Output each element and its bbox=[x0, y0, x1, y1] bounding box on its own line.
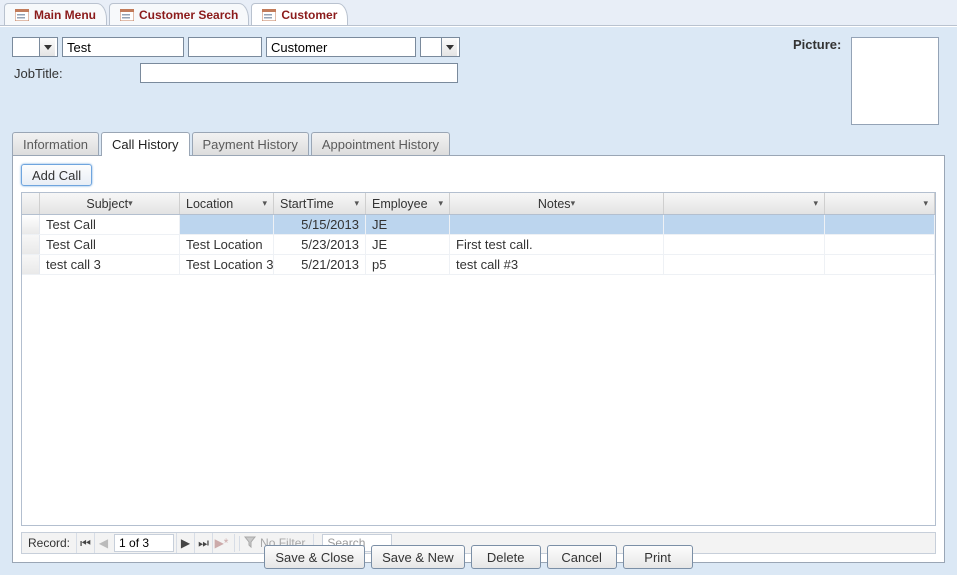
add-call-button[interactable]: Add Call bbox=[21, 164, 92, 186]
col-label: Notes bbox=[538, 197, 571, 211]
print-button[interactable]: Print bbox=[623, 545, 693, 569]
col-location[interactable]: Location ▾ bbox=[180, 193, 274, 214]
cancel-button[interactable]: Cancel bbox=[547, 545, 617, 569]
chevron-down-icon[interactable]: ▾ bbox=[813, 198, 818, 209]
delete-button[interactable]: Delete bbox=[471, 545, 541, 569]
save-new-button[interactable]: Save & New bbox=[371, 545, 465, 569]
col-blank: ▾ bbox=[825, 193, 935, 214]
col-label: Location bbox=[186, 197, 233, 211]
form-icon bbox=[262, 9, 276, 21]
call-history-panel: Add Call Subject▾ Location▾ StartTime▾ E… bbox=[12, 155, 945, 563]
cell-notes[interactable]: test call #3 bbox=[450, 255, 664, 274]
cell-location[interactable] bbox=[180, 215, 274, 234]
jobtitle-label: JobTitle: bbox=[14, 66, 132, 81]
first-name-input[interactable] bbox=[62, 37, 184, 57]
calls-grid: Subject▾ Location▾ StartTime▾ Employee▾ … bbox=[21, 192, 936, 526]
picture-box[interactable] bbox=[851, 37, 939, 125]
cell-blank bbox=[664, 215, 825, 234]
grid-body[interactable]: Test Call5/15/2013JETest CallTest Locati… bbox=[22, 215, 935, 525]
picture-label: Picture: bbox=[793, 37, 841, 52]
cell-blank bbox=[664, 255, 825, 274]
cell-employee[interactable]: JE bbox=[366, 235, 450, 254]
jobtitle-input[interactable] bbox=[140, 63, 458, 83]
tab-customer-search[interactable]: Customer Search bbox=[109, 3, 249, 25]
form-actions: Save & Close Save & New Delete Cancel Pr… bbox=[0, 545, 957, 569]
cell-employee[interactable]: p5 bbox=[366, 255, 450, 274]
col-label: StartTime bbox=[280, 197, 334, 211]
tab-label: Main Menu bbox=[34, 8, 96, 22]
grid-header: Subject▾ Location▾ StartTime▾ Employee▾ … bbox=[22, 193, 935, 215]
window-tabstrip: Main Menu Customer Search Customer bbox=[0, 0, 957, 26]
select-all-cell[interactable] bbox=[22, 193, 40, 214]
cell-blank bbox=[825, 215, 935, 234]
col-label: Employee bbox=[372, 197, 428, 211]
cell-notes[interactable]: First test call. bbox=[450, 235, 664, 254]
cell-subject[interactable]: Test Call bbox=[40, 215, 180, 234]
col-subject[interactable]: Subject▾ bbox=[40, 193, 180, 214]
col-label: Subject bbox=[86, 197, 128, 211]
table-row[interactable]: Test Call 5/15/2013JE bbox=[22, 215, 935, 235]
row-selector[interactable] bbox=[22, 215, 40, 234]
middle-name-input[interactable] bbox=[188, 37, 262, 57]
cell-starttime[interactable]: 5/23/2013 bbox=[274, 235, 366, 254]
suffix-dropdown[interactable] bbox=[420, 37, 460, 57]
table-row[interactable]: test call 3Test Location 35/21/2013p5tes… bbox=[22, 255, 935, 275]
row-selector[interactable] bbox=[22, 255, 40, 274]
chevron-down-icon[interactable]: ▾ bbox=[262, 198, 267, 209]
tab-label: Customer Search bbox=[139, 8, 238, 22]
col-blank: ▾ bbox=[664, 193, 825, 214]
form-body: JobTitle: Picture: Information Call Hist… bbox=[0, 26, 957, 575]
inner-tabstrip: Information Call History Payment History… bbox=[12, 132, 945, 156]
col-employee[interactable]: Employee ▾ bbox=[366, 193, 450, 214]
cell-blank bbox=[825, 255, 935, 274]
tab-customer[interactable]: Customer bbox=[251, 3, 348, 25]
tab-payment-history[interactable]: Payment History bbox=[192, 132, 309, 156]
tab-label: Customer bbox=[281, 8, 337, 22]
tab-main-menu[interactable]: Main Menu bbox=[4, 3, 107, 25]
chevron-down-icon[interactable]: ▾ bbox=[923, 198, 928, 209]
cell-starttime[interactable]: 5/21/2013 bbox=[274, 255, 366, 274]
suffix-input[interactable] bbox=[421, 38, 441, 56]
save-close-button[interactable]: Save & Close bbox=[264, 545, 365, 569]
col-notes[interactable]: Notes▾ bbox=[450, 193, 664, 214]
table-row[interactable]: Test CallTest Location5/23/2013JEFirst t… bbox=[22, 235, 935, 255]
prefix-input[interactable] bbox=[13, 38, 39, 56]
col-starttime[interactable]: StartTime ▾ bbox=[274, 193, 366, 214]
form-icon bbox=[15, 9, 29, 21]
chevron-down-icon[interactable] bbox=[441, 38, 457, 56]
form-icon bbox=[120, 9, 134, 21]
chevron-down-icon[interactable]: ▾ bbox=[354, 198, 359, 209]
cell-location[interactable]: Test Location 3 bbox=[180, 255, 274, 274]
cell-starttime[interactable]: 5/15/2013 bbox=[274, 215, 366, 234]
cell-blank bbox=[825, 235, 935, 254]
chevron-down-icon[interactable]: ▾ bbox=[438, 198, 443, 209]
header-row: JobTitle: Picture: bbox=[12, 37, 945, 128]
tab-call-history[interactable]: Call History bbox=[101, 132, 189, 156]
last-name-input[interactable] bbox=[266, 37, 416, 57]
row-selector[interactable] bbox=[22, 235, 40, 254]
tab-information[interactable]: Information bbox=[12, 132, 99, 156]
tab-appointment-history[interactable]: Appointment History bbox=[311, 132, 450, 156]
chevron-down-icon[interactable] bbox=[39, 38, 55, 56]
cell-location[interactable]: Test Location bbox=[180, 235, 274, 254]
cell-subject[interactable]: Test Call bbox=[40, 235, 180, 254]
cell-subject[interactable]: test call 3 bbox=[40, 255, 180, 274]
chevron-down-icon[interactable]: ▾ bbox=[571, 198, 576, 209]
cell-blank bbox=[664, 235, 825, 254]
prefix-dropdown[interactable] bbox=[12, 37, 58, 57]
customer-form-window: Main Menu Customer Search Customer bbox=[0, 0, 957, 575]
chevron-down-icon[interactable]: ▾ bbox=[128, 198, 133, 209]
cell-notes[interactable] bbox=[450, 215, 664, 234]
cell-employee[interactable]: JE bbox=[366, 215, 450, 234]
